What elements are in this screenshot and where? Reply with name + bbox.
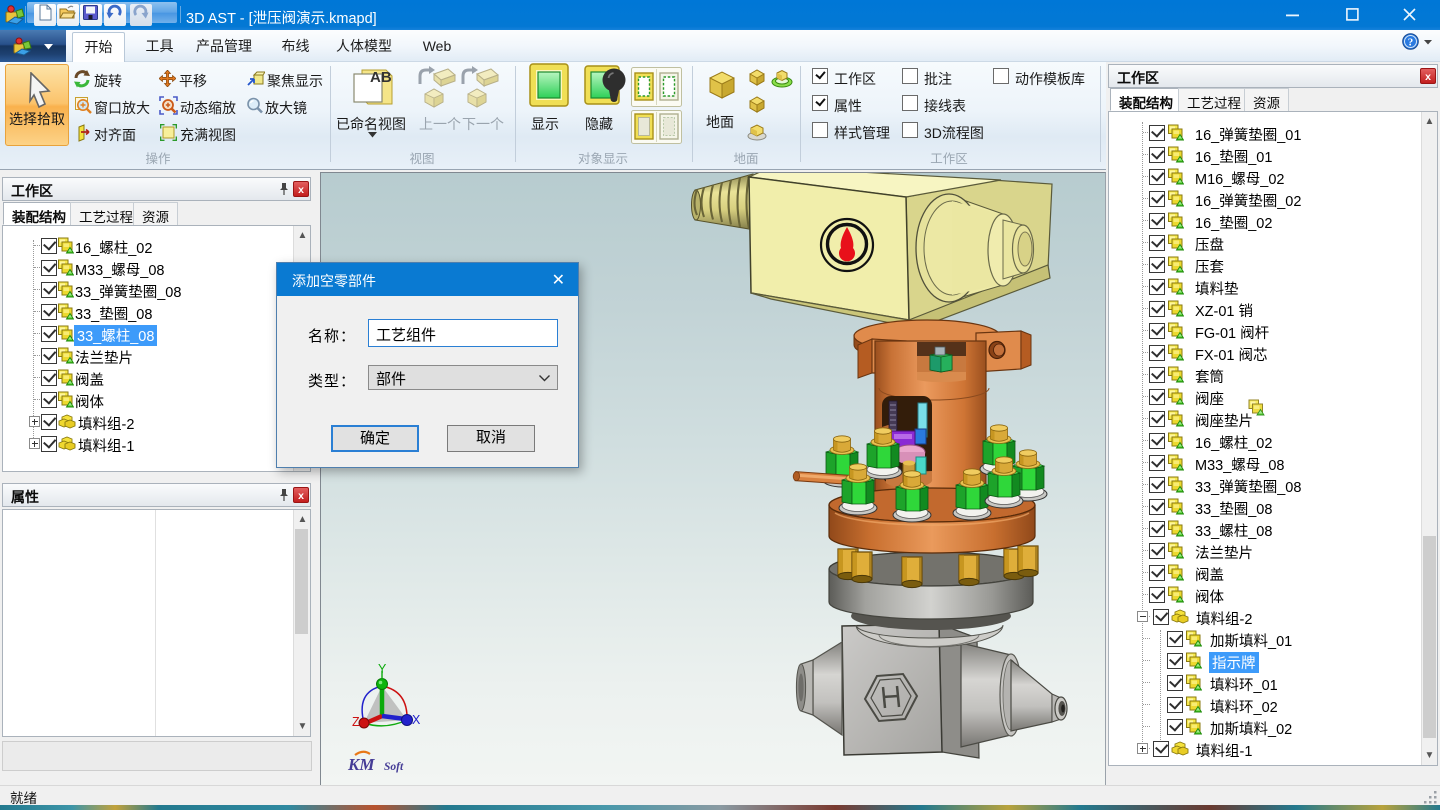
- svg-text:KM: KM: [347, 755, 375, 774]
- svg-text:Y: Y: [378, 662, 387, 676]
- svg-text:X: X: [412, 713, 421, 727]
- svg-text:AB: AB: [370, 69, 392, 86]
- svg-text:Z: Z: [352, 715, 360, 729]
- svg-text:Soft: Soft: [384, 761, 404, 773]
- svg-text:?: ?: [1408, 37, 1414, 49]
